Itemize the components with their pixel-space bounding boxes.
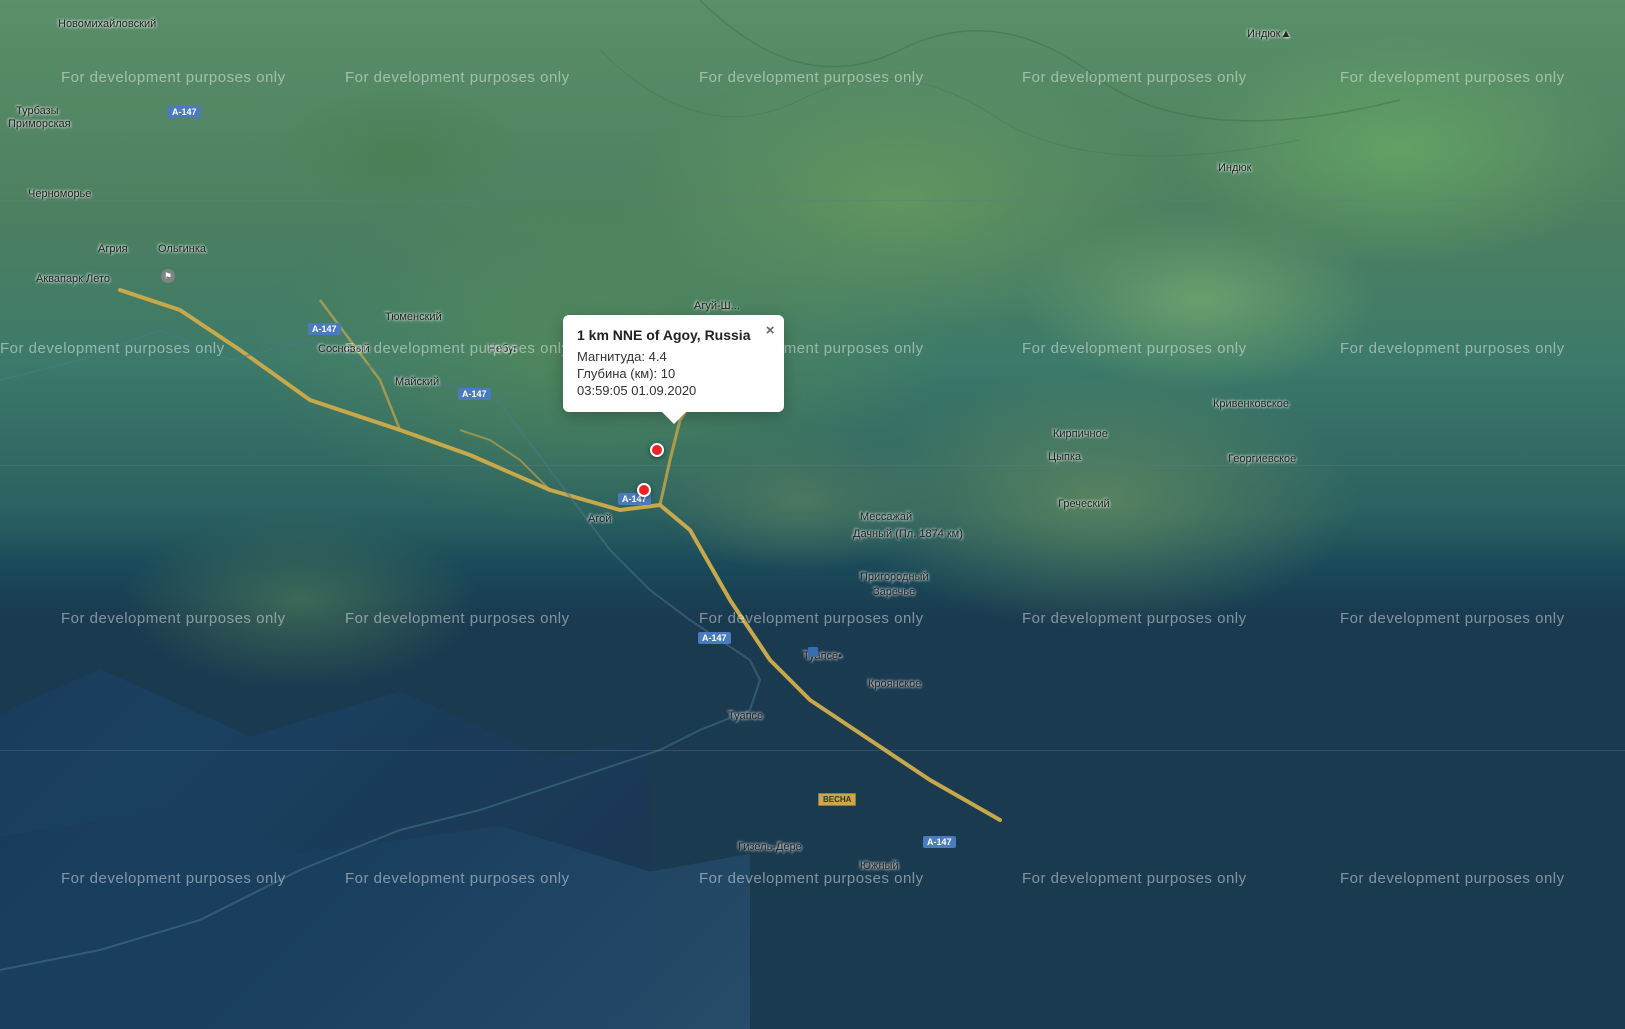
depth-label: Глубина (км):: [577, 366, 657, 381]
popup-depth: Глубина (км): 10: [577, 366, 770, 381]
popup-close-button[interactable]: ×: [766, 323, 775, 338]
city-label-agriya: Агрия: [98, 243, 128, 255]
city-label-kirpichnoe: Кирпичное: [1053, 428, 1108, 440]
popup-title: 1 km NNE of Agoy, Russia: [577, 327, 770, 343]
road-badge-a147-3: А-147: [458, 388, 491, 400]
city-label-tyumensky: Тюменский: [385, 311, 442, 323]
city-label-chernomorye: Черноморье: [28, 188, 91, 200]
city-label-nebug: Небуг: [488, 343, 518, 355]
city-label-sosnovyi: Сосновый: [318, 343, 370, 355]
city-label-yuzhnyi: Южный: [860, 860, 899, 872]
road-badge-a147-2: А-147: [308, 323, 341, 335]
earthquake-marker-2[interactable]: [637, 483, 651, 497]
city-label-greek: Греческий: [1058, 498, 1110, 510]
city-label-olginka: Ольгинка: [158, 243, 206, 255]
road-badge-a147-6: А-147: [923, 836, 956, 848]
city-label-gizel: Гизель-Дере: [738, 841, 802, 853]
magnitude-value: 4.4: [649, 349, 667, 364]
earthquake-marker-1[interactable]: [650, 443, 664, 457]
city-label-primorskaya: Приморская: [8, 118, 71, 130]
popup-magnitude: Магнитуда: 4.4: [577, 349, 770, 364]
city-label-indyuk: Индюк: [1218, 162, 1251, 174]
city-label-maisky: Майский: [395, 376, 439, 388]
map-svg: [0, 0, 1625, 1029]
road-badge-a147-1: А-147: [168, 106, 201, 118]
earthquake-popup: × 1 km NNE of Agoy, Russia Магнитуда: 4.…: [563, 315, 784, 412]
city-label-aquapark: Аквапарк Лето: [36, 273, 110, 285]
city-label-georgievsk: Георгиевское: [1228, 453, 1296, 465]
road-badge-a147-5: А-147: [698, 632, 731, 644]
magnitude-label: Магнитуда:: [577, 349, 645, 364]
depth-value: 10: [661, 366, 675, 381]
city-label-krivenkovo: Кривенковское: [1213, 398, 1289, 410]
city-label-kroyansk: Кроянское: [868, 678, 921, 690]
svg-text:⚑: ⚑: [164, 271, 172, 281]
city-label-prigorodnyi: Пригородный: [860, 571, 929, 583]
vesna-badge: ВЕСНА: [818, 793, 856, 806]
city-label-zarech: Заречье: [873, 586, 915, 598]
city-label-dachny: Дачный (Пл. 1874 км): [853, 528, 963, 540]
aquapark-icon: ⚑: [160, 268, 176, 284]
city-label-aguish: Агуй-Ш...: [694, 300, 740, 312]
city-label-indyuk-top: Индюк▲: [1247, 28, 1291, 40]
city-label-tsypka: Цыпка: [1048, 451, 1081, 463]
map-container[interactable]: Новомихайловский Индюк▲ Турбазы Приморск…: [0, 0, 1625, 1029]
city-label-agoy: Агой: [588, 513, 611, 525]
tuapse-poi-icon: [808, 647, 818, 657]
city-label-novomikhailovsky: Новомихайловский: [58, 18, 156, 30]
city-label-tuapse: Туапсе: [728, 710, 763, 722]
city-label-turbazy: Турбазы: [16, 105, 59, 117]
popup-time: 03:59:05 01.09.2020: [577, 383, 770, 398]
city-label-messazhai: Мессажай: [860, 511, 912, 523]
